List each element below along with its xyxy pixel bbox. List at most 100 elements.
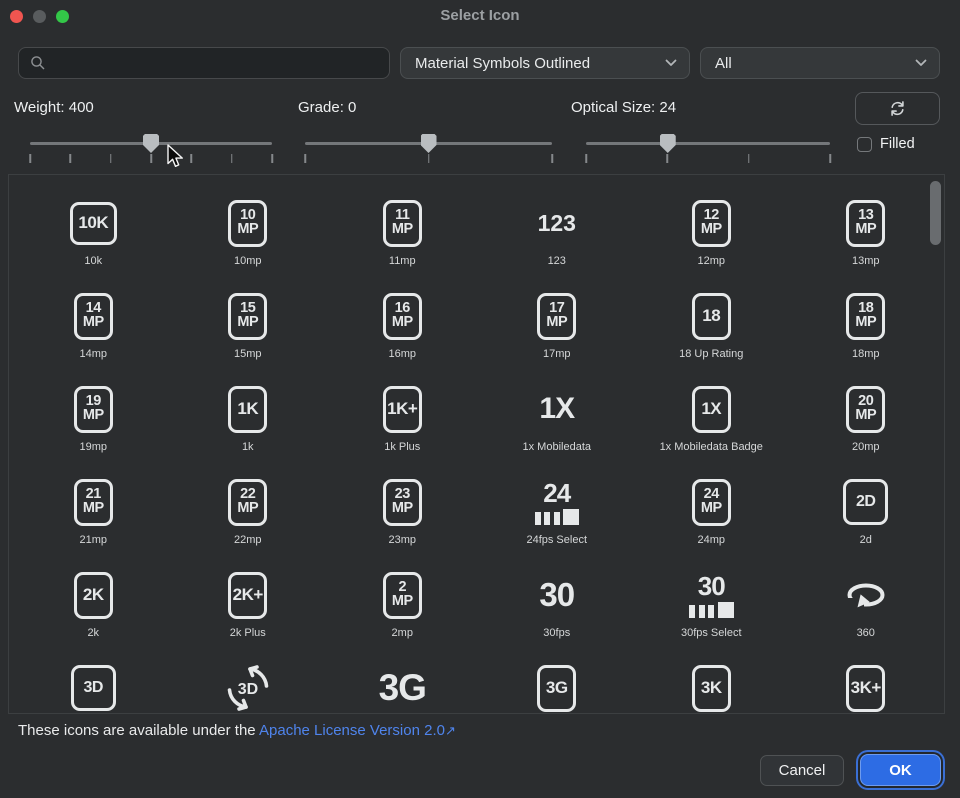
icon-cell-1x-mobiledata[interactable]: 1X 1x Mobiledata (480, 385, 635, 478)
slider-tick (231, 154, 233, 163)
icon-cell-18-up-rating[interactable]: 18 18 Up Rating (634, 292, 789, 385)
font-family-dropdown[interactable]: Material Symbols Outlined (400, 47, 690, 79)
slider-tick (271, 154, 273, 163)
icon-cell-24mp[interactable]: 24MP24mp (634, 478, 789, 571)
icon-label: 30fps Select (681, 627, 742, 639)
category-dropdown[interactable]: All (700, 47, 940, 79)
icon-label: 13mp (852, 255, 880, 267)
optical-size-slider[interactable] (586, 138, 830, 164)
title-bar: Select Icon (0, 0, 960, 32)
14mp-icon: 14MP (74, 292, 113, 340)
icon-cell-13mp[interactable]: 13MP 13mp (789, 199, 944, 292)
weight-slider[interactable] (30, 138, 272, 164)
icon-cell-22mp[interactable]: 22MP22mp (171, 478, 326, 571)
search-field[interactable] (18, 47, 390, 79)
slider-thumb[interactable] (660, 134, 676, 153)
icon-label: 2k Plus (230, 627, 266, 639)
vertical-scrollbar-thumb[interactable] (930, 181, 941, 245)
icon-cell-20mp[interactable]: 20MP20mp (789, 385, 944, 478)
font-family-dropdown-value: Material Symbols Outlined (415, 55, 590, 72)
icon-cell-2mp[interactable]: 2MP2mp (325, 571, 480, 664)
icon-cell-3k[interactable]: 3K (634, 664, 789, 714)
icon-cell-123[interactable]: 123123 (480, 199, 635, 292)
18mp-icon: 18MP (846, 292, 885, 340)
icon-cell-18mp[interactable]: 18MP18mp (789, 292, 944, 385)
grade-slider[interactable] (305, 138, 552, 164)
icon-cell-360[interactable]: 360 (789, 571, 944, 664)
apache-license-link[interactable]: Apache License Version 2.0 (259, 722, 445, 739)
icon-cell-19mp[interactable]: 19MP19mp (16, 385, 171, 478)
13mp-icon: 13MP (846, 199, 885, 247)
1k-plus-icon: 1K+ (383, 385, 422, 433)
icon-label: 17mp (543, 348, 571, 360)
icon-cell-1k-plus[interactable]: 1K+ 1k Plus (325, 385, 480, 478)
icon-label: 12mp (697, 255, 725, 267)
icon-cell-3g-mobiledata-badge[interactable]: 3G (480, 664, 635, 714)
10mp-icon: 10MP (228, 199, 267, 247)
icon-cell-2d[interactable]: 2D2d (789, 478, 944, 571)
icon-label: 2k (87, 627, 99, 639)
icon-label: 10k (84, 255, 102, 267)
icon-cell-3d[interactable]: 3D (16, 664, 171, 714)
optical-size-label: Optical Size: 24 (571, 99, 676, 116)
search-icon (30, 55, 46, 71)
icon-cell-1k[interactable]: 1K1k (171, 385, 326, 478)
search-input[interactable] (46, 55, 389, 72)
icon-cell-17mp[interactable]: 17MP17mp (480, 292, 635, 385)
1k-icon: 1K (228, 385, 267, 433)
icon-cell-23mp[interactable]: 23MP23mp (325, 478, 480, 571)
icon-label: 16mp (388, 348, 416, 360)
icon-cell-2k[interactable]: 2K2k (16, 571, 171, 664)
3g-mobiledata-badge-icon: 3G (537, 664, 576, 712)
icon-label: 21mp (79, 534, 107, 546)
3d-rotation-glyph: 3D (224, 664, 272, 712)
slider-tick (110, 154, 112, 163)
15mp-icon: 15MP (228, 292, 267, 340)
icon-cell-3d-rotation[interactable]: 3D (171, 664, 326, 714)
reset-button[interactable] (855, 92, 940, 125)
icon-cell-14mp[interactable]: 14MP 14mp (16, 292, 171, 385)
filled-checkbox[interactable] (857, 137, 872, 152)
10k-icon: 10K (70, 199, 117, 247)
icon-cell-2k-plus[interactable]: 2K+2k Plus (171, 571, 326, 664)
1x-mobiledata-icon: 1X (539, 385, 574, 433)
icon-label: 18 Up Rating (679, 348, 743, 360)
icon-cell-11mp[interactable]: 11MP11mp (325, 199, 480, 292)
icon-label: 24fps Select (526, 534, 587, 546)
icon-cell-15mp[interactable]: 15MP15mp (171, 292, 326, 385)
sync-icon (887, 98, 908, 119)
icon-label: 10mp (234, 255, 262, 267)
18-up-rating-icon: 18 (692, 292, 731, 340)
slider-tick (551, 154, 553, 163)
icon-label: 1k Plus (384, 441, 420, 453)
icon-cell-3g-mobiledata[interactable]: 3G (325, 664, 480, 714)
category-dropdown-value: All (715, 55, 732, 72)
slider-tick (428, 154, 430, 163)
icon-cell-10mp[interactable]: 10MP 10mp (171, 199, 326, 292)
2mp-icon: 2MP (383, 571, 422, 619)
icon-cell-24fps-select[interactable]: 2424fps Select (480, 478, 635, 571)
23mp-icon: 23MP (383, 478, 422, 526)
icon-cell-12mp[interactable]: 12MP12mp (634, 199, 789, 292)
icon-label: 24mp (697, 534, 725, 546)
icon-cell-30fps[interactable]: 3030fps (480, 571, 635, 664)
19mp-icon: 19MP (74, 385, 113, 433)
slider-thumb[interactable] (421, 134, 437, 153)
icon-cell-21mp[interactable]: 21MP21mp (16, 478, 171, 571)
20mp-icon: 20MP (846, 385, 885, 433)
icon-label: 123 (548, 255, 566, 267)
icon-label: 14mp (79, 348, 107, 360)
filled-checkbox-label: Filled (880, 136, 915, 152)
30fps-icon: 30 (539, 571, 574, 619)
icon-grid-panel: 10K10k10MP10mp11MP11mp12312312MP12mp13MP… (8, 174, 945, 714)
slider-thumb[interactable] (143, 134, 159, 153)
ok-button[interactable]: OK (860, 754, 941, 786)
cancel-button[interactable]: Cancel (760, 755, 844, 786)
icon-cell-1x-mobiledata-badge[interactable]: 1X1x Mobiledata Badge (634, 385, 789, 478)
icon-label: 1x Mobiledata (523, 441, 592, 453)
slider-track[interactable] (586, 142, 830, 145)
icon-cell-3k-plus[interactable]: 3K+ (789, 664, 944, 714)
icon-cell-30fps-select[interactable]: 3030fps Select (634, 571, 789, 664)
icon-cell-16mp[interactable]: 16MP16mp (325, 292, 480, 385)
icon-cell-10k[interactable]: 10K 10k (16, 199, 171, 292)
